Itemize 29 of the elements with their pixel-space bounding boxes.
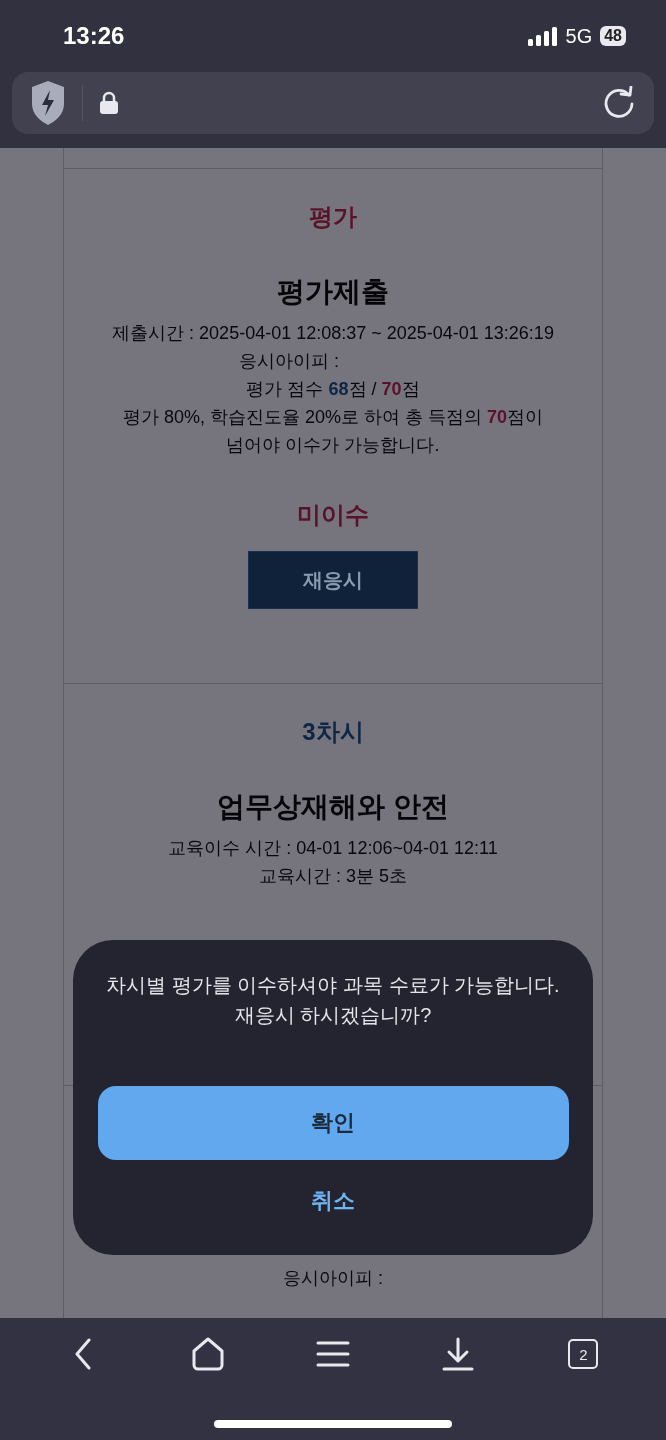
- menu-icon[interactable]: [315, 1340, 350, 1368]
- info-text: 교육이수 시간 : 04-01 12:06~04-01 12:11: [167, 837, 499, 860]
- cancel-button[interactable]: 취소: [291, 1178, 375, 1224]
- section-title: 평가제출: [277, 275, 389, 309]
- lock-icon: [99, 91, 119, 115]
- result-status: 미이수: [297, 500, 369, 530]
- dialog-message: 차시별 평가를 이수하셔야 과목 수료가 가능합니다. 재응시 하시겠습니까?: [105, 973, 561, 1028]
- download-icon[interactable]: [442, 1337, 475, 1371]
- signal-icon: [527, 26, 558, 46]
- section-heading: 평가: [309, 202, 357, 232]
- home-icon[interactable]: [190, 1337, 225, 1371]
- rule-text: 평가 80%, 학습진도율 20%로 하여 총 득점의 70점이 넘어야 이수가 가능합니다.: [121, 406, 545, 457]
- clock: 13:26: [63, 22, 125, 50]
- back-icon[interactable]: [73, 1338, 92, 1370]
- ip-label: 응시아이피 :: [282, 1267, 384, 1290]
- section-heading: 3차시: [302, 717, 364, 747]
- shield-icon[interactable]: [30, 80, 66, 126]
- section-title: 업무상재해와 안전: [217, 790, 449, 824]
- score-text: 평가 점수 68점 / 70점: [245, 378, 421, 401]
- battery-level: 48: [600, 26, 626, 46]
- address-bar[interactable]: [12, 72, 654, 134]
- network-label: 5G: [565, 24, 593, 48]
- confirm-button[interactable]: 확인: [97, 1086, 569, 1160]
- ip-label: 응시아이피 :: [238, 350, 340, 373]
- info-text: 제출시간 : 2025-04-01 12:08:37 ~ 2025-04-01 13:26:19: [111, 322, 555, 345]
- retry-button[interactable]: 재응시: [248, 551, 418, 609]
- tabs-button[interactable]: 2: [568, 1339, 599, 1369]
- reload-icon[interactable]: [602, 86, 636, 120]
- info-text: 교육시간 : 3분 5초: [258, 865, 408, 888]
